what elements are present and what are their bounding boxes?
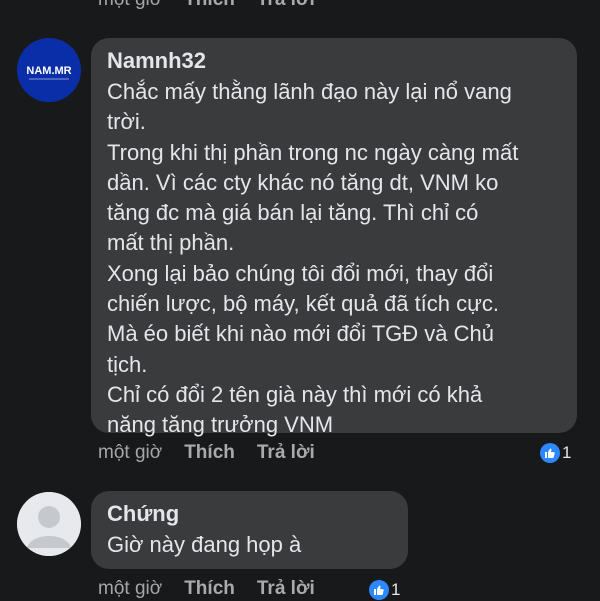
comment-time: một giờ [98, 442, 163, 463]
previous-comment-actions: một giờ Thích Trả lời [98, 0, 337, 12]
avatar-logo: NAM.MR [17, 38, 81, 102]
reaction-count: 1 [391, 580, 401, 599]
comment-author[interactable]: Chứng [107, 500, 408, 528]
default-avatar-icon [17, 492, 81, 556]
thumbs-up-icon [540, 443, 560, 463]
reaction-summary[interactable]: 1 [540, 442, 571, 464]
avatar[interactable] [17, 492, 81, 556]
reply-button[interactable]: Trả lời [257, 442, 315, 464]
comment-actions: một giờ Thích Trả lời [98, 577, 337, 601]
like-button[interactable]: Thích [184, 0, 235, 11]
avatar[interactable]: NAM.MR [17, 38, 81, 102]
comment-author[interactable]: Namnh32 [107, 47, 577, 75]
comment-bubble: Chứng Giờ này đang họp à [91, 491, 408, 569]
comment-time: một giờ [98, 0, 162, 11]
reaction-summary[interactable]: 1 [369, 579, 400, 601]
comment-time: một giờ [98, 578, 163, 599]
comment-actions: một giờ Thích Trả lời [98, 441, 337, 465]
comment-text: Giờ này đang họp à [107, 532, 302, 557]
reply-button[interactable]: Trả lời [257, 578, 315, 600]
comment-text: Chắc mấy thằng lãnh đạo này lại nổ vang … [107, 79, 519, 438]
thumbs-up-icon [369, 580, 389, 600]
like-button[interactable]: Thích [184, 578, 235, 600]
comment-bubble: Namnh32 Chắc mấy thằng lãnh đạo này lại … [91, 38, 577, 437]
like-button[interactable]: Thích [184, 442, 235, 464]
avatar-text: NAM.MR [26, 65, 71, 77]
reply-button[interactable]: Trả lời [257, 0, 315, 11]
reaction-count: 1 [562, 443, 572, 462]
